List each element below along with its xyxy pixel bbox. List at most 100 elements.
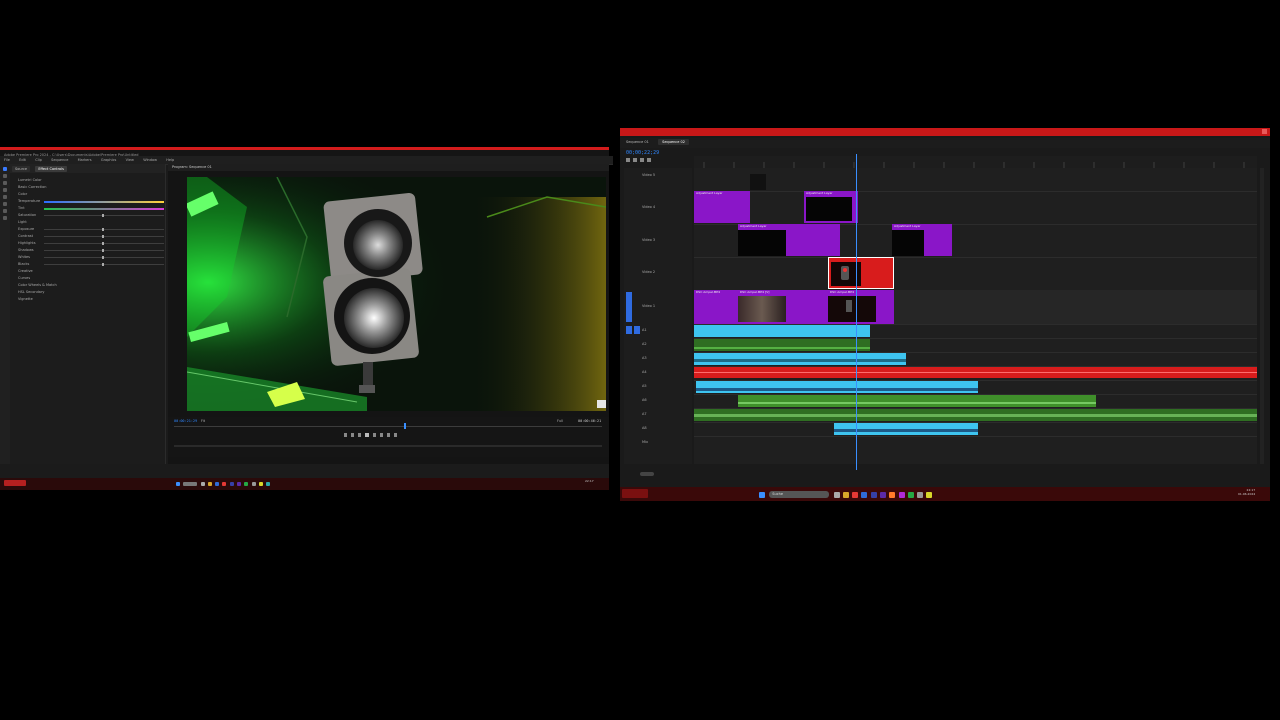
effect-row[interactable]: HSL Secondary <box>10 289 165 296</box>
illustrator-icon[interactable] <box>889 492 896 498</box>
effect-row[interactable]: Color Wheels & Match <box>10 282 165 289</box>
menu-sequence[interactable]: Sequence <box>51 156 68 164</box>
ripple-edit-icon[interactable] <box>3 181 7 185</box>
premiere-icon[interactable] <box>870 492 877 498</box>
type-icon[interactable] <box>3 216 7 220</box>
clip-v5[interactable] <box>750 174 766 190</box>
settings-icon[interactable] <box>917 492 924 498</box>
playback-quality[interactable]: Full <box>557 419 563 423</box>
premiere-icon[interactable] <box>229 482 234 486</box>
effect-row[interactable]: Creative <box>10 268 165 275</box>
effect-row[interactable]: Curves <box>10 275 165 282</box>
edge-icon[interactable] <box>215 482 220 486</box>
close-icon[interactable] <box>1262 129 1267 134</box>
effect-row[interactable]: Light <box>10 219 165 226</box>
start-icon[interactable] <box>176 482 180 486</box>
whatsapp-icon[interactable] <box>244 482 249 486</box>
effect-row[interactable]: Lumetri Color <box>10 177 165 184</box>
start-icon[interactable] <box>759 492 765 498</box>
shadows-slider[interactable] <box>44 249 164 252</box>
highlights-slider[interactable] <box>44 242 164 245</box>
clip-v2-traffic-light[interactable] <box>828 257 894 289</box>
audio-clip-a3[interactable] <box>694 353 906 365</box>
timeline-timecode[interactable]: 00;00;22;29 <box>626 150 659 156</box>
contrast-slider[interactable] <box>44 235 164 238</box>
slip-icon[interactable] <box>3 195 7 199</box>
task-view-icon[interactable] <box>833 492 840 498</box>
selection-tool-icon[interactable] <box>3 167 7 171</box>
whatsapp-icon[interactable] <box>907 492 914 498</box>
clip-v1[interactable]: DSC Ampel.MP4 <box>694 290 738 324</box>
tab-sequence-02[interactable]: Sequence 02 <box>658 139 689 145</box>
app-icon[interactable] <box>926 492 933 498</box>
menu-graphics[interactable]: Graphics <box>101 156 116 164</box>
chrome-icon[interactable] <box>852 492 859 498</box>
audio-clip-a4[interactable] <box>694 367 1257 378</box>
effect-row[interactable]: Basic Correction <box>10 184 165 191</box>
track-source-a1[interactable] <box>634 326 640 334</box>
razor-icon[interactable] <box>3 188 7 192</box>
effect-row[interactable]: Vignette <box>10 296 165 303</box>
hand-icon[interactable] <box>3 209 7 213</box>
audio-clip-a7[interactable] <box>694 409 1257 421</box>
audio-clip-a1[interactable] <box>694 325 870 337</box>
program-timecode[interactable]: 00:00:21:29 <box>174 419 197 423</box>
mark-in-icon[interactable] <box>344 433 347 437</box>
whites-slider[interactable] <box>44 256 164 259</box>
clip-v1[interactable]: DSC Ampel.MP4 <box>828 290 894 324</box>
program-playhead[interactable] <box>404 423 406 429</box>
effect-row[interactable]: Color <box>10 191 165 198</box>
clip-adjustment-layer[interactable]: Adjustment Layer <box>694 191 750 223</box>
effect-row[interactable]: Shadows <box>10 247 165 254</box>
app-icon[interactable] <box>258 482 263 486</box>
step-back-icon[interactable] <box>358 433 361 437</box>
menu-help[interactable]: Help <box>166 156 174 164</box>
tab-source[interactable]: Source <box>12 166 31 172</box>
temperature-slider[interactable] <box>44 201 164 203</box>
taskbar-search[interactable]: Suche <box>769 491 830 498</box>
effect-row[interactable]: Blacks <box>10 261 165 268</box>
search-icon[interactable] <box>183 482 198 486</box>
effect-row[interactable]: Exposure <box>10 226 165 233</box>
effect-row[interactable]: Temperature <box>10 198 165 205</box>
chrome-icon[interactable] <box>222 482 227 486</box>
pen-icon[interactable] <box>3 202 7 206</box>
timeline-playhead[interactable] <box>856 154 857 470</box>
audio-clip-a2[interactable] <box>694 339 870 351</box>
after-effects-icon[interactable] <box>236 482 241 486</box>
export-frame-icon[interactable] <box>394 433 397 437</box>
effect-row[interactable]: Contrast <box>10 233 165 240</box>
blacks-slider[interactable] <box>44 263 164 266</box>
tint-slider[interactable] <box>44 208 164 210</box>
saturation-slider[interactable] <box>44 214 164 217</box>
clip-adjustment-layer[interactable]: Adjustment Layer <box>738 224 840 256</box>
program-monitor-title[interactable]: Program: Sequence 01 <box>172 165 212 169</box>
extract-icon[interactable] <box>387 433 390 437</box>
settings-icon[interactable] <box>251 482 256 486</box>
lift-icon[interactable] <box>380 433 383 437</box>
weather-widget[interactable] <box>4 480 26 486</box>
program-scrubber[interactable] <box>174 426 602 427</box>
clip-adjustment-layer[interactable]: Adjustment Layer <box>804 191 858 223</box>
effect-row[interactable]: Highlights <box>10 240 165 247</box>
linked-selection-icon[interactable] <box>633 158 637 162</box>
clip-v1[interactable]: DSC Ampel.MP4 [V] <box>738 290 828 324</box>
track-target-v1[interactable] <box>626 292 632 322</box>
clock[interactable]: 22:17 01.06.2024 <box>1238 488 1255 496</box>
explorer-icon[interactable] <box>842 492 849 498</box>
audio-clip-a6[interactable] <box>738 395 1096 407</box>
audio-clip-a5[interactable] <box>696 381 978 393</box>
menu-clip[interactable]: Clip <box>35 156 42 164</box>
mini-timeline[interactable] <box>174 445 602 447</box>
track-target-a1[interactable] <box>626 326 632 334</box>
menu-edit[interactable]: Edit <box>19 156 26 164</box>
exposure-slider[interactable] <box>44 228 164 231</box>
weather-widget[interactable] <box>622 489 648 498</box>
timeline-tracks[interactable]: Adjustment Layer Adjustment Layer Adjust… <box>694 168 1257 464</box>
zoom-level[interactable]: Fit <box>201 419 205 423</box>
clip-adjustment-layer[interactable]: Adjustment Layer <box>892 224 952 256</box>
step-forward-icon[interactable] <box>373 433 376 437</box>
tab-sequence-01[interactable]: Sequence 01 <box>622 139 653 145</box>
explorer-icon[interactable] <box>207 482 212 486</box>
menu-file[interactable]: File <box>4 156 10 164</box>
